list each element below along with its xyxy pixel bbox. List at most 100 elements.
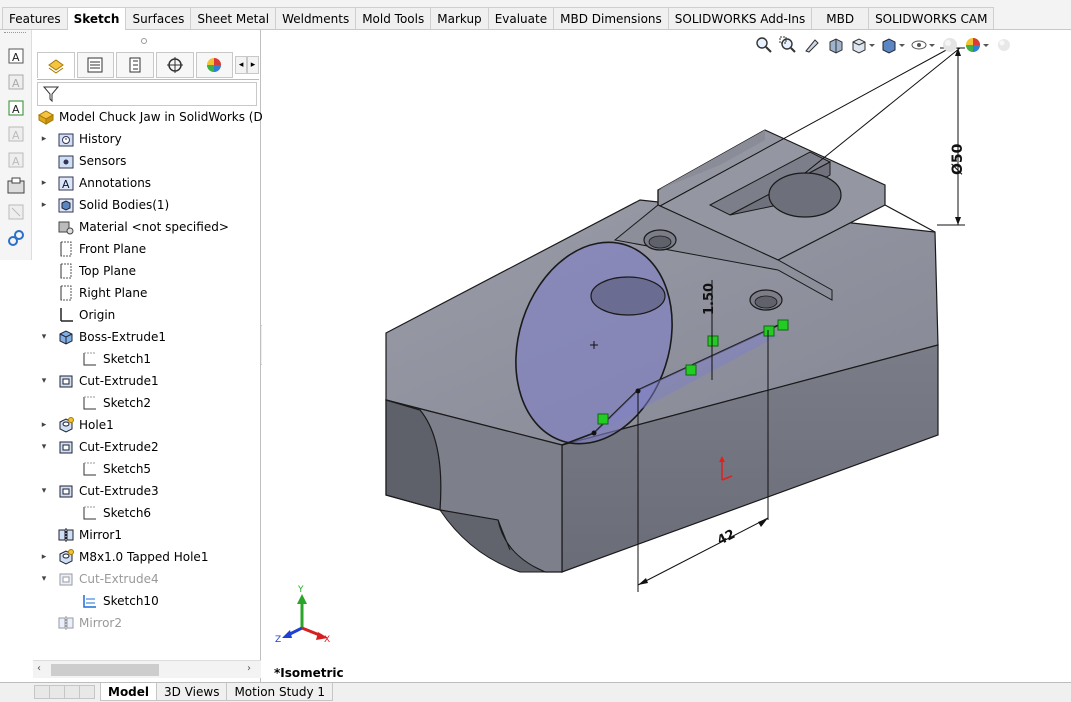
tab-mold-tools[interactable]: Mold Tools (355, 7, 432, 29)
view-orientation-button[interactable] (848, 34, 878, 56)
tab-sketch[interactable]: Sketch (66, 7, 127, 30)
tab-mbd[interactable]: MBD (811, 7, 870, 29)
tab-solidworks-cam[interactable]: SOLIDWORKS CAM (868, 7, 995, 29)
expand-arrow-icon[interactable]: ▸ (39, 134, 49, 144)
collapse-arrow-icon[interactable]: ▾ (39, 574, 49, 584)
relation-marker[interactable] (685, 364, 697, 376)
tree-item[interactable]: Sketch2 (81, 392, 151, 414)
tree-item[interactable]: A Annotations (57, 172, 151, 194)
tree-filter[interactable] (37, 82, 257, 106)
apply-scene-button[interactable] (962, 34, 992, 56)
collapse-arrow-icon[interactable]: ▾ (39, 486, 49, 496)
scroll-left-icon[interactable]: ‹ (37, 663, 41, 674)
tab-solidworks-add-ins[interactable]: SOLIDWORKS Add-Ins (667, 7, 813, 29)
tree-item[interactable]: Mirror2 (57, 612, 122, 634)
section-view-button[interactable] (824, 34, 848, 56)
tab-features[interactable]: Features (2, 7, 68, 29)
expand-arrow-icon[interactable]: ▸ (39, 178, 49, 188)
dimension-42[interactable]: 42 (715, 527, 738, 549)
note-icon[interactable]: A (6, 72, 26, 92)
balloon-icon[interactable]: A (6, 98, 26, 118)
expand-arrow-icon[interactable]: ▸ (39, 420, 49, 430)
sketch-hole[interactable] (590, 276, 666, 316)
tree-item[interactable]: Right Plane (57, 282, 147, 304)
surface-finish-icon[interactable]: A (6, 124, 26, 144)
tree-item[interactable]: Sketch10 (81, 590, 159, 612)
tree-item[interactable]: Cut-Extrude1 (57, 370, 159, 392)
annotations-icon: A (58, 176, 74, 191)
relation-marker[interactable] (763, 325, 775, 337)
zoom-to-fit-button[interactable] (752, 34, 776, 56)
tree-item[interactable]: Sketch6 (81, 502, 151, 524)
first-tab-icon[interactable] (34, 685, 50, 699)
tree-item[interactable]: Hole1 (57, 414, 114, 436)
relation-marker[interactable] (707, 335, 719, 347)
scroll-right-icon[interactable]: › (247, 663, 251, 674)
graphics-area[interactable]: Ø50 1.50 42 Y X Z (262, 30, 1071, 682)
tree-item[interactable]: Material <not specified> (57, 216, 229, 238)
tab-model[interactable]: Model (100, 683, 158, 701)
tree-item[interactable]: M8x1.0 Tapped Hole1 (57, 546, 208, 568)
tree-item[interactable]: History (57, 128, 122, 150)
dimension-1-50[interactable]: 1.50 (702, 283, 717, 315)
last-tab-icon[interactable] (79, 685, 95, 699)
collapse-arrow-icon[interactable]: ▾ (39, 332, 49, 342)
tab-motion-study[interactable]: Motion Study 1 (226, 683, 334, 701)
collapse-arrow-icon[interactable]: ▾ (39, 442, 49, 452)
relation-marker[interactable] (597, 413, 609, 425)
weld-symbol-icon[interactable]: A (6, 150, 26, 170)
tab-navigation (34, 685, 98, 699)
tree-item[interactable]: Cut-Extrude4 (57, 568, 159, 590)
next-tab-icon[interactable] (64, 685, 80, 699)
tree-item[interactable]: Sketch5 (81, 458, 151, 480)
tree-item[interactable]: Sketch1 (81, 348, 151, 370)
boss-hole[interactable] (768, 172, 842, 218)
view-triad[interactable]: Y X Z (275, 585, 330, 645)
previous-view-button[interactable] (800, 34, 824, 56)
tree-item[interactable]: Front Plane (57, 238, 146, 260)
dimxpert-manager-tab[interactable] (155, 52, 194, 78)
view-orientation-icon (852, 38, 875, 54)
tree-horizontal-scrollbar[interactable]: ‹ › (33, 660, 261, 678)
tree-item[interactable]: Sensors (57, 150, 126, 172)
tab-markup[interactable]: Markup (430, 7, 489, 29)
relation-marker[interactable] (777, 319, 789, 331)
configuration-manager-tab[interactable] (116, 52, 154, 78)
hole-callout-icon[interactable] (6, 176, 26, 196)
zoom-area-button[interactable] (776, 34, 800, 56)
tabs-scroll-left-icon[interactable]: ◂ (235, 56, 248, 74)
model-view[interactable]: Ø50 1.50 42 Y X Z (262, 30, 1071, 682)
tab-surfaces[interactable]: Surfaces (125, 7, 192, 29)
tree-item[interactable]: Cut-Extrude2 (57, 436, 159, 458)
datum-feature-icon[interactable] (6, 202, 26, 222)
tree-item[interactable]: Solid Bodies(1) (57, 194, 169, 216)
tab-3d-views[interactable]: 3D Views (156, 683, 228, 701)
tree-item[interactable]: Top Plane (57, 260, 136, 282)
tab-mbd-dimensions[interactable]: MBD Dimensions (553, 7, 669, 29)
collapse-arrow-icon[interactable]: ▾ (39, 376, 49, 386)
hide-show-items-button[interactable] (908, 34, 938, 56)
tab-evaluate[interactable]: Evaluate (487, 7, 555, 29)
tree-item[interactable]: Origin (57, 304, 115, 326)
display-style-button[interactable] (878, 34, 908, 56)
tab-weldments[interactable]: Weldments (275, 7, 357, 29)
view-settings-button[interactable] (992, 34, 1016, 56)
tree-root[interactable]: Model Chuck Jaw in SolidWorks (Defa (37, 106, 282, 128)
property-manager-tab[interactable] (76, 52, 115, 78)
feature-manager-tab[interactable] (37, 52, 75, 78)
previous-tab-icon[interactable] (49, 685, 65, 699)
edit-appearance-button[interactable] (938, 34, 962, 56)
dimension-diameter-50[interactable]: Ø50 (950, 143, 966, 175)
tree-item[interactable]: Mirror1 (57, 524, 122, 546)
smart-dimension-icon[interactable]: A (6, 46, 26, 66)
scrollbar-thumb[interactable] (51, 664, 159, 676)
tabs-scroll-right-icon[interactable]: ▸ (247, 56, 260, 74)
display-manager-tab[interactable] (195, 52, 234, 78)
geometric-tolerance-icon[interactable] (6, 228, 26, 248)
tab-sheet-metal[interactable]: Sheet Metal (190, 7, 277, 29)
tree-item[interactable]: Cut-Extrude3 (57, 480, 159, 502)
panel-grip[interactable] (141, 38, 147, 44)
expand-arrow-icon[interactable]: ▸ (39, 200, 49, 210)
expand-arrow-icon[interactable]: ▸ (39, 552, 49, 562)
tree-item[interactable]: Boss-Extrude1 (57, 326, 166, 348)
